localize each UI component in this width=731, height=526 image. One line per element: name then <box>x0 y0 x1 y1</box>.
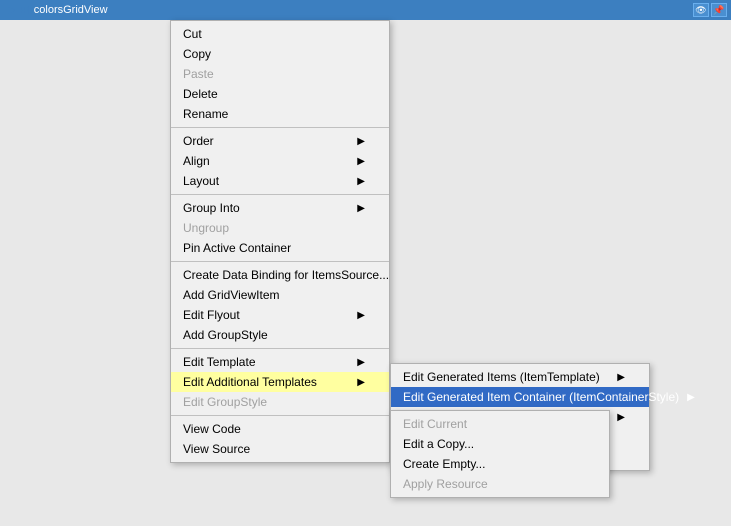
menu-item-copy[interactable]: Copy <box>171 44 389 64</box>
eye-icon[interactable]: 👁 <box>693 3 709 17</box>
menu-item-create-binding[interactable]: Create Data Binding for ItemsSource... <box>171 265 389 285</box>
separator-4 <box>171 348 389 349</box>
menu-item-edit-flyout[interactable]: Edit Flyout▶ <box>171 305 389 325</box>
menu-item-pin-active[interactable]: Pin Active Container <box>171 238 389 258</box>
submenu-edit-generated-items[interactable]: Edit Generated Items (ItemTemplate)▶ <box>391 367 649 387</box>
submenu-edit-generated-container[interactable]: Edit Generated Item Container (ItemConta… <box>391 387 649 407</box>
menu-item-add-groupstyle[interactable]: Add GroupStyle <box>171 325 389 345</box>
separator-2 <box>171 194 389 195</box>
menu-item-delete[interactable]: Delete <box>171 84 389 104</box>
separator-1 <box>171 127 389 128</box>
tree-arrow-icon: ▶ <box>8 5 16 16</box>
title-bar: ▶ ⊞ colorsGridView 👁 📌 <box>0 0 731 20</box>
grid-icon: ⊞ <box>20 3 30 17</box>
title-bar-text: colorsGridView <box>34 4 108 16</box>
separator-5 <box>171 415 389 416</box>
submenu-edit-current: Edit Current <box>391 414 609 434</box>
submenu-create-empty[interactable]: Create Empty... <box>391 454 609 474</box>
menu-item-rename[interactable]: Rename <box>171 104 389 124</box>
menu-item-add-gridviewitem[interactable]: Add GridViewItem <box>171 285 389 305</box>
menu-item-edit-template[interactable]: Edit Template▶ <box>171 352 389 372</box>
menu-item-paste: Paste <box>171 64 389 84</box>
separator-3 <box>171 261 389 262</box>
context-menu: Cut Copy Paste Delete Rename Order▶ Alig… <box>170 20 390 463</box>
menu-item-ungroup: Ungroup <box>171 218 389 238</box>
pin-icon[interactable]: 📌 <box>711 3 727 17</box>
title-bar-icons: 👁 📌 <box>693 3 731 17</box>
menu-item-group-into[interactable]: Group Into▶ <box>171 198 389 218</box>
menu-item-cut[interactable]: Cut <box>171 24 389 44</box>
submenu-copy: Edit Current Edit a Copy... Create Empty… <box>390 410 610 498</box>
menu-item-align[interactable]: Align▶ <box>171 151 389 171</box>
menu-item-layout[interactable]: Layout▶ <box>171 171 389 191</box>
menu-item-edit-additional[interactable]: Edit Additional Templates▶ <box>171 372 389 392</box>
submenu-edit-a-copy[interactable]: Edit a Copy... <box>391 434 609 454</box>
submenu-apply-resource: Apply Resource <box>391 474 609 494</box>
menu-item-order[interactable]: Order▶ <box>171 131 389 151</box>
menu-item-view-code[interactable]: View Code <box>171 419 389 439</box>
menu-item-view-source[interactable]: View Source <box>171 439 389 459</box>
menu-item-edit-groupstyle: Edit GroupStyle <box>171 392 389 412</box>
